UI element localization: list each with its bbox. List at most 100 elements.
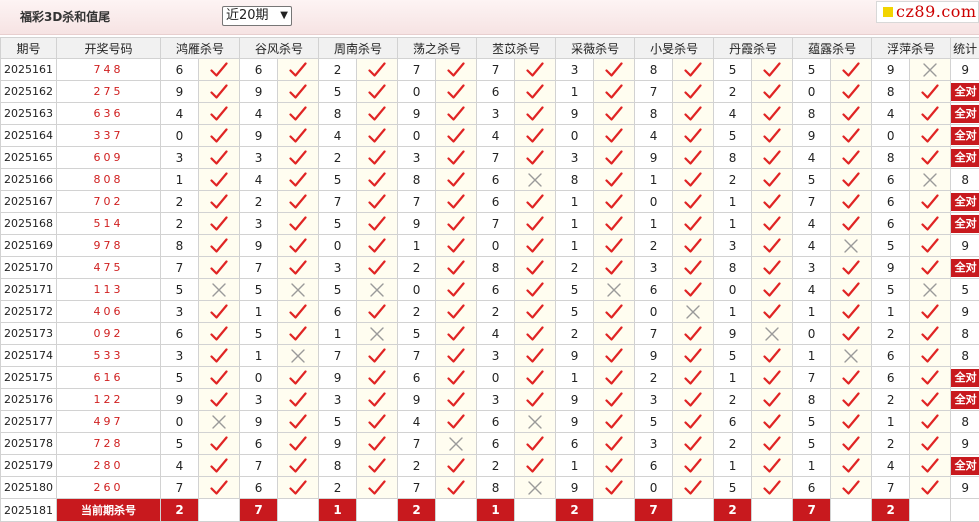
hit-mark-cell [673, 477, 714, 499]
check-icon [605, 260, 623, 276]
hit-mark-cell [831, 257, 872, 279]
check-icon [210, 370, 228, 386]
hit-mark-cell [673, 257, 714, 279]
col-expert[interactable]: 浮萍杀号 [872, 38, 951, 59]
col-expert[interactable]: 鸿雁杀号 [161, 38, 240, 59]
hit-mark-cell [515, 257, 556, 279]
kill-value-cell: 5 [319, 81, 357, 103]
hit-mark-cell [436, 301, 477, 323]
check-icon [921, 392, 939, 408]
col-period: 期号 [1, 38, 57, 59]
kill-value-cell: 5 [793, 59, 831, 81]
check-icon [921, 480, 939, 496]
col-expert[interactable]: 蕴露杀号 [793, 38, 872, 59]
kill-value-cell: 2 [556, 257, 594, 279]
kill-value-cell: 8 [872, 81, 910, 103]
hit-mark-cell [752, 455, 793, 477]
hit-mark-cell [831, 389, 872, 411]
col-expert[interactable]: 谷风杀号 [240, 38, 319, 59]
site-logo[interactable]: cz89.com [876, 1, 979, 23]
kill-value-cell: 3 [477, 103, 515, 125]
hit-mark-cell [673, 279, 714, 301]
kill-value-cell: 6 [477, 191, 515, 213]
period-cell: 2025168 [1, 213, 57, 235]
check-icon [763, 150, 781, 166]
hit-mark-cell [594, 433, 635, 455]
kill-value-cell: 4 [161, 455, 199, 477]
current-empty-cell [910, 499, 951, 522]
hit-mark-cell [831, 147, 872, 169]
hit-mark-cell [831, 235, 872, 257]
hit-mark-cell [831, 345, 872, 367]
kill-value-cell: 5 [240, 323, 278, 345]
current-empty-cell [515, 499, 556, 522]
hit-mark-cell [199, 257, 240, 279]
check-icon [447, 348, 465, 364]
hit-mark-cell [199, 147, 240, 169]
hit-mark-cell [436, 257, 477, 279]
kill-value-cell: 2 [319, 147, 357, 169]
check-icon [763, 370, 781, 386]
kill-value-cell: 4 [240, 169, 278, 191]
hit-mark-cell [357, 103, 398, 125]
hit-mark-cell [831, 411, 872, 433]
kill-value-cell: 3 [714, 235, 752, 257]
kill-value-cell: 6 [635, 279, 673, 301]
hit-mark-cell [199, 81, 240, 103]
check-icon [921, 414, 939, 430]
stat-cell: 9 [951, 301, 979, 323]
hit-mark-cell [515, 147, 556, 169]
kill-value-cell: 5 [714, 125, 752, 147]
kill-value-cell: 3 [477, 345, 515, 367]
col-expert[interactable]: 小旻杀号 [635, 38, 714, 59]
hit-mark-cell [278, 389, 319, 411]
stat-cell: 9 [951, 235, 979, 257]
kill-value-cell: 9 [161, 389, 199, 411]
hit-mark-cell [831, 81, 872, 103]
kill-value-cell: 3 [556, 59, 594, 81]
kill-value-cell: 0 [793, 81, 831, 103]
hit-mark-cell [910, 477, 951, 499]
check-icon [368, 194, 386, 210]
check-icon [368, 458, 386, 474]
hit-mark-cell [752, 367, 793, 389]
kill-value-cell: 0 [477, 367, 515, 389]
hit-mark-cell [673, 125, 714, 147]
col-expert[interactable]: 荡之杀号 [398, 38, 477, 59]
hit-mark-cell [752, 235, 793, 257]
kill-value-cell: 8 [477, 257, 515, 279]
kill-value-cell: 4 [398, 411, 436, 433]
cross-icon [526, 414, 544, 430]
hit-mark-cell [357, 169, 398, 191]
period-range-select[interactable]: 近20期 ▼ [222, 6, 292, 26]
hit-mark-cell [831, 367, 872, 389]
hit-mark-cell [515, 213, 556, 235]
check-icon [605, 216, 623, 232]
check-icon [921, 238, 939, 254]
kill-value-cell: 5 [635, 411, 673, 433]
hit-mark-cell [910, 147, 951, 169]
hit-mark-cell [910, 59, 951, 81]
hit-mark-cell [673, 191, 714, 213]
current-empty-cell [752, 499, 793, 522]
kill-value-cell: 4 [477, 323, 515, 345]
check-icon [763, 106, 781, 122]
check-icon [605, 436, 623, 452]
col-expert[interactable]: 采薇杀号 [556, 38, 635, 59]
kill-value-cell: 6 [872, 191, 910, 213]
check-icon [210, 326, 228, 342]
kill-value-cell: 1 [714, 301, 752, 323]
check-icon [842, 194, 860, 210]
hit-mark-cell [752, 213, 793, 235]
kill-value-cell: 8 [714, 257, 752, 279]
kill-value-cell: 3 [161, 147, 199, 169]
period-cell: 2025163 [1, 103, 57, 125]
col-expert[interactable]: 周南杀号 [319, 38, 398, 59]
check-icon [289, 326, 307, 342]
col-expert[interactable]: 苤苡杀号 [477, 38, 556, 59]
col-expert[interactable]: 丹霞杀号 [714, 38, 793, 59]
cross-icon [368, 282, 386, 298]
all-correct-badge: 全对 [951, 259, 979, 277]
kill-value-cell: 4 [319, 125, 357, 147]
table-row: 202517453331773995168 [1, 345, 979, 367]
